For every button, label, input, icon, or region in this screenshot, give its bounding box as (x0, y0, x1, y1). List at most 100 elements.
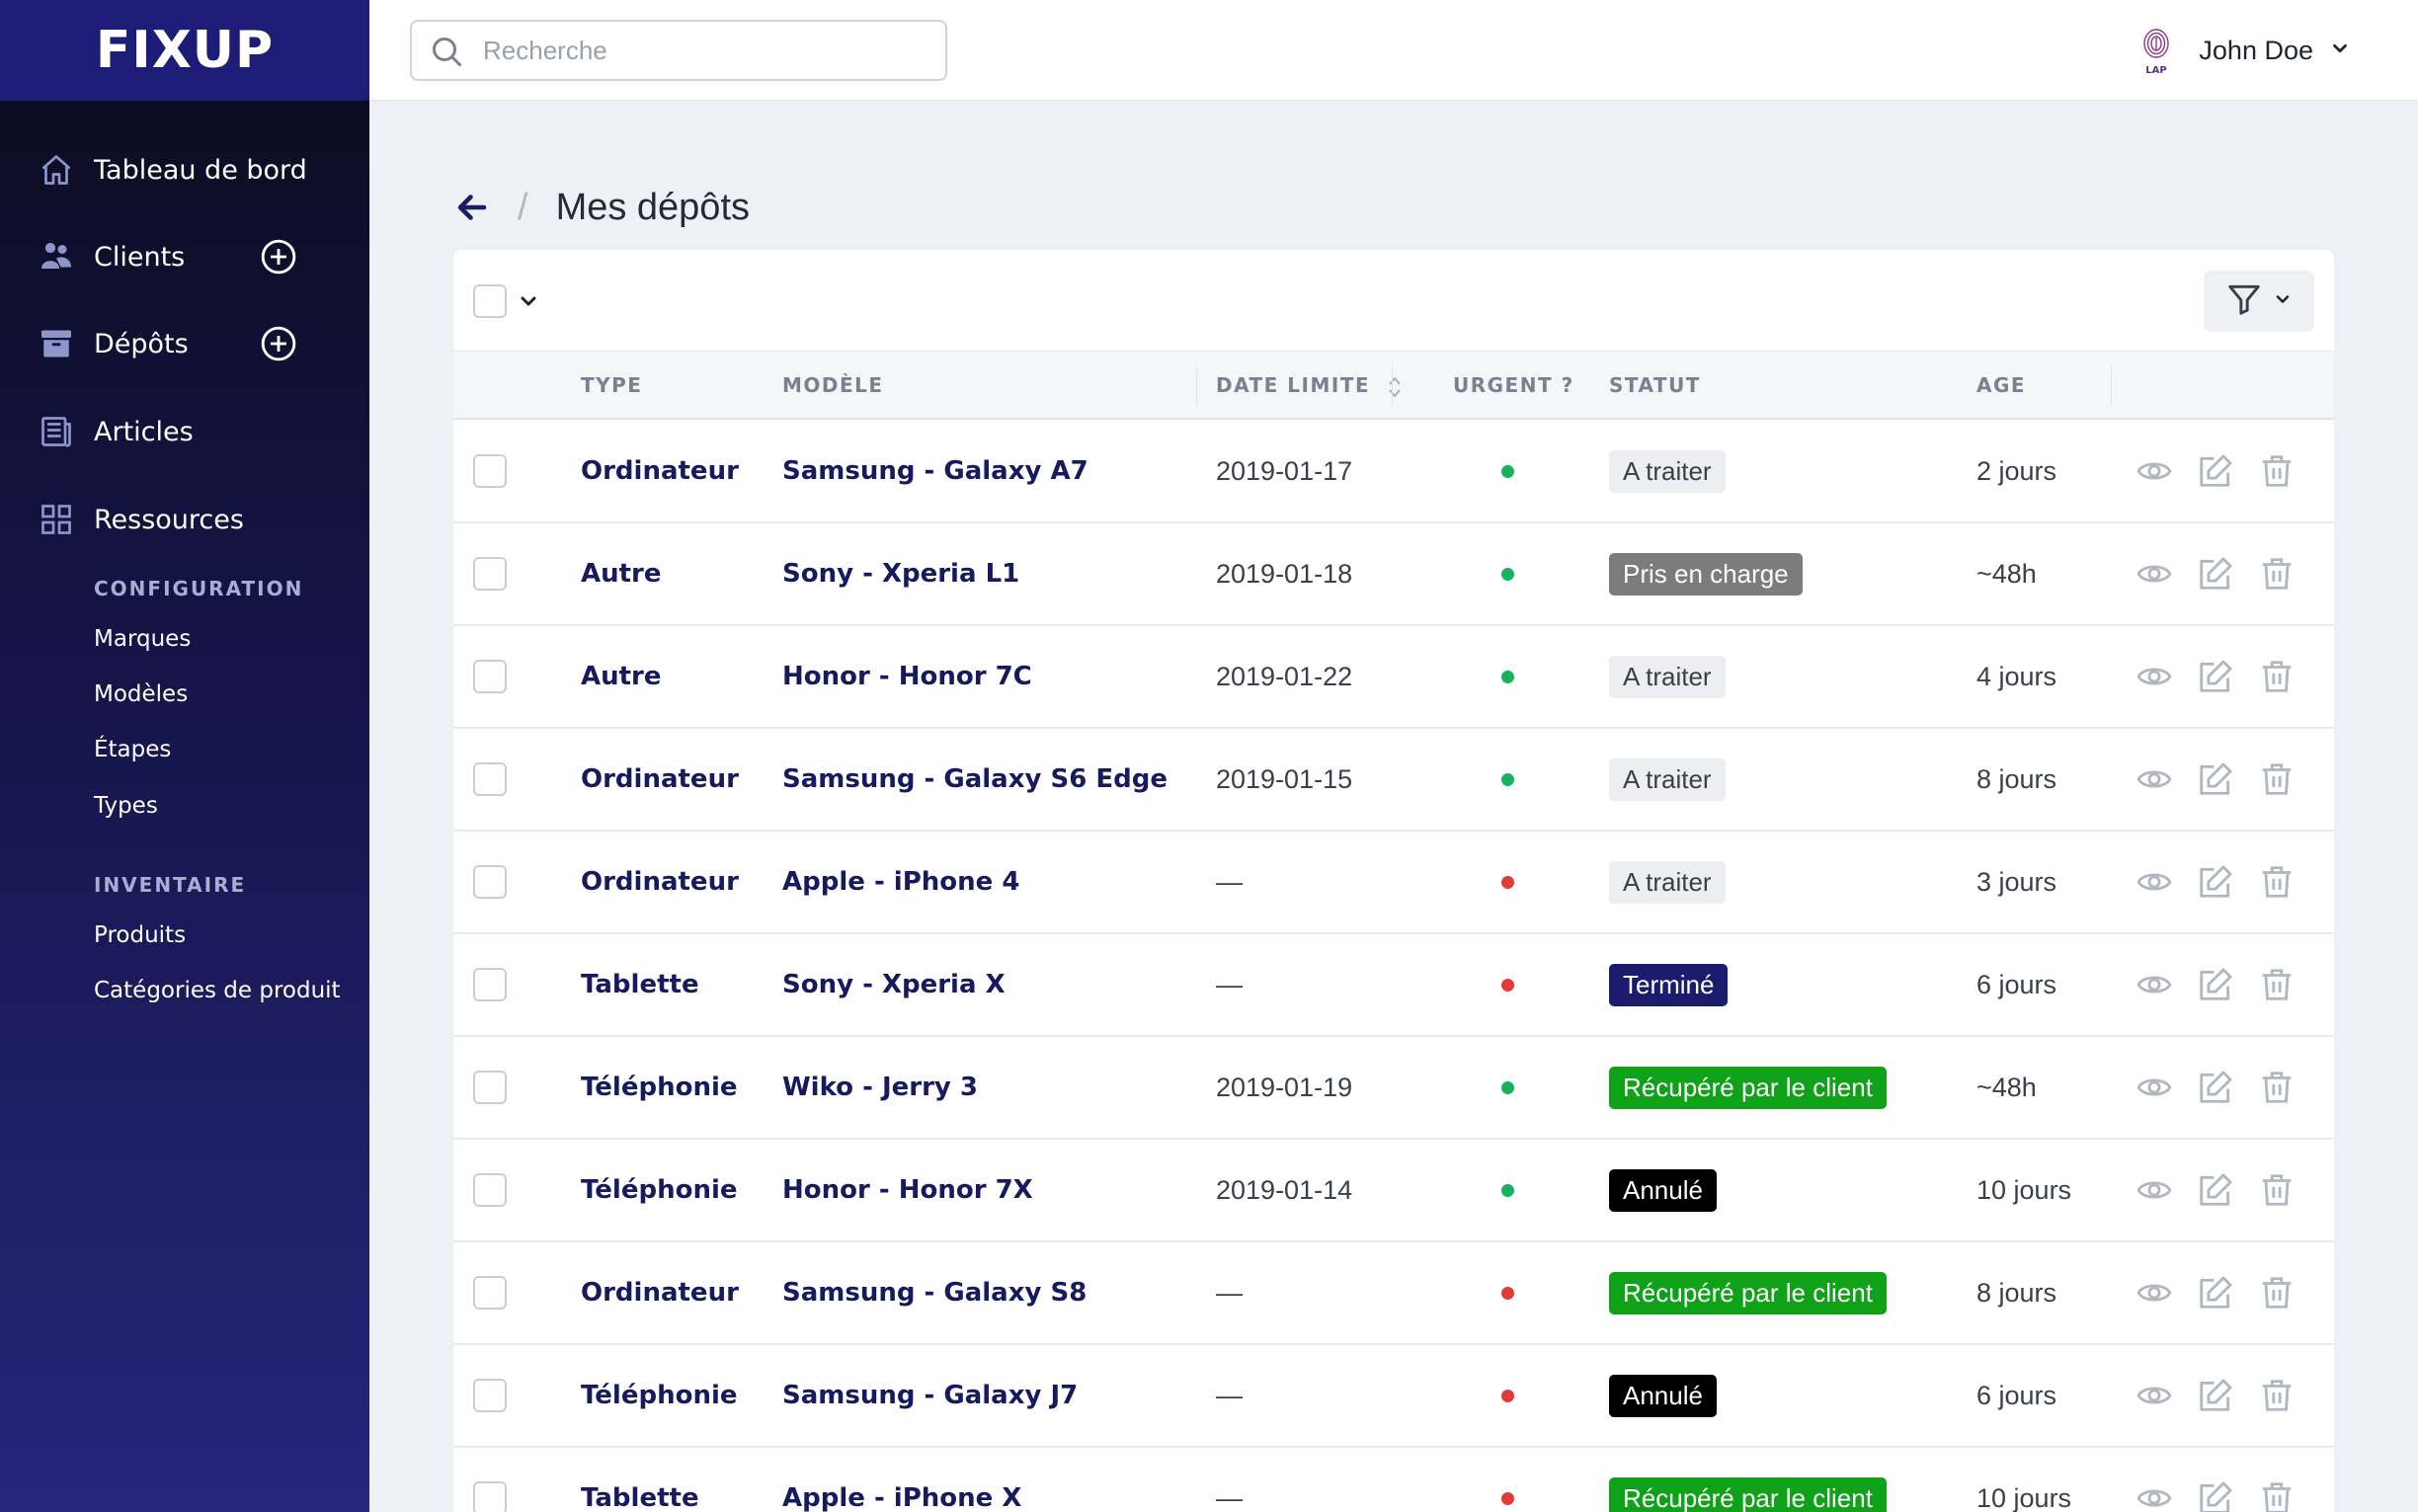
edit-icon[interactable] (2196, 1478, 2235, 1512)
cell-model[interactable]: Samsung - Galaxy S6 Edge (782, 729, 1168, 830)
sidebar-item-clients[interactable]: Clients (0, 227, 369, 286)
trash-icon[interactable] (2257, 1068, 2297, 1107)
cell-type[interactable]: Autre (581, 626, 662, 727)
edit-icon[interactable] (2196, 965, 2235, 1004)
add-depot-icon[interactable] (259, 324, 298, 363)
table-row[interactable]: Autre Honor - Honor 7C 2019-01-22 A traiter… (453, 626, 2334, 729)
user-menu[interactable]: LAP John Doe (2130, 22, 2351, 79)
cell-model[interactable]: Honor - Honor 7C (782, 626, 1032, 727)
cell-type[interactable]: Tablette (581, 934, 699, 1035)
trash-icon[interactable] (2257, 554, 2297, 594)
table-row[interactable]: Tablette Apple - iPhone X — Récupéré par le… (453, 1448, 2334, 1512)
table-row[interactable]: Ordinateur Samsung - Galaxy A7 2019-01-17 A… (453, 421, 2334, 523)
edit-icon[interactable] (2196, 1170, 2235, 1210)
eye-icon[interactable] (2135, 862, 2174, 902)
edit-icon[interactable] (2196, 657, 2235, 696)
eye-icon[interactable] (2135, 1273, 2174, 1313)
search-input[interactable] (483, 32, 927, 69)
table-row[interactable]: Ordinateur Samsung - Galaxy S6 Edge 2019-0… (453, 729, 2334, 832)
cell-type[interactable]: Téléphonie (581, 1140, 738, 1240)
trash-icon[interactable] (2257, 1376, 2297, 1415)
sidebar-item-ressources[interactable]: Ressources (0, 490, 369, 549)
table-row[interactable]: Ordinateur Apple - iPhone 4 — A traiter 3 jo… (453, 832, 2334, 934)
cell-model[interactable]: Sony - Xperia X (782, 934, 1006, 1035)
cell-model[interactable]: Honor - Honor 7X (782, 1140, 1033, 1240)
eye-icon[interactable] (2135, 965, 2174, 1004)
eye-icon[interactable] (2135, 554, 2174, 594)
cell-model[interactable]: Samsung - Galaxy S8 (782, 1242, 1087, 1343)
cell-model[interactable]: Sony - Xperia L1 (782, 523, 1019, 624)
table-row[interactable]: Ordinateur Samsung - Galaxy S8 — Récupéré p… (453, 1242, 2334, 1345)
row-checkbox[interactable] (473, 1379, 507, 1412)
eye-icon[interactable] (2135, 657, 2174, 696)
sidebar-subitem-modeles[interactable]: Modèles (94, 681, 188, 707)
cell-type[interactable]: Autre (581, 523, 662, 624)
cell-model[interactable]: Wiko - Jerry 3 (782, 1037, 978, 1138)
trash-icon[interactable] (2257, 862, 2297, 902)
table-row[interactable]: Téléphonie Wiko - Jerry 3 2019-01-19 Récupé… (453, 1037, 2334, 1140)
sidebar-item-articles[interactable]: Articles (0, 402, 369, 461)
row-checkbox[interactable] (473, 1276, 507, 1310)
trash-icon[interactable] (2257, 1273, 2297, 1313)
column-header-date-limite[interactable]: DATE LIMITE (1216, 352, 1403, 419)
app-logo[interactable]: FIXUP (96, 21, 274, 80)
select-all-checkbox[interactable] (473, 284, 507, 318)
trash-icon[interactable] (2257, 1478, 2297, 1512)
trash-icon[interactable] (2257, 451, 2297, 491)
sidebar-subitem-etapes[interactable]: Étapes (94, 737, 171, 762)
eye-icon[interactable] (2135, 1068, 2174, 1107)
edit-icon[interactable] (2196, 554, 2235, 594)
edit-icon[interactable] (2196, 862, 2235, 902)
sidebar-subitem-produits[interactable]: Produits (94, 922, 186, 948)
add-client-icon[interactable] (259, 237, 298, 277)
row-checkbox[interactable] (473, 865, 507, 899)
trash-icon[interactable] (2257, 1170, 2297, 1210)
trash-icon[interactable] (2257, 657, 2297, 696)
table-row[interactable]: Téléphonie Honor - Honor 7X 2019-01-14 Annu… (453, 1140, 2334, 1242)
bulk-actions-chevron-icon[interactable] (517, 289, 540, 317)
table-row[interactable]: Autre Sony - Xperia L1 2019-01-18 Pris en c… (453, 523, 2334, 626)
row-checkbox[interactable] (473, 557, 507, 591)
sidebar-subitem-types[interactable]: Types (94, 793, 158, 819)
edit-icon[interactable] (2196, 1273, 2235, 1313)
row-checkbox[interactable] (473, 968, 507, 1001)
row-checkbox[interactable] (473, 660, 507, 693)
edit-icon[interactable] (2196, 759, 2235, 799)
sidebar-subitem-marques[interactable]: Marques (94, 626, 191, 652)
sidebar-subitem-categories[interactable]: Catégories de produit (94, 978, 341, 1003)
cell-type[interactable]: Tablette (581, 1448, 699, 1512)
sidebar-item-dashboard[interactable]: Tableau de bord (0, 140, 369, 199)
row-checkbox[interactable] (473, 1071, 507, 1104)
table-row[interactable]: Téléphonie Samsung - Galaxy J7 — Annulé 6 jo… (453, 1345, 2334, 1448)
row-checkbox[interactable] (473, 1173, 507, 1207)
cell-type[interactable]: Ordinateur (581, 832, 739, 932)
cell-model[interactable]: Apple - iPhone 4 (782, 832, 1019, 932)
cell-type[interactable]: Ordinateur (581, 421, 739, 521)
trash-icon[interactable] (2257, 965, 2297, 1004)
cell-model[interactable]: Samsung - Galaxy J7 (782, 1345, 1078, 1446)
edit-icon[interactable] (2196, 1376, 2235, 1415)
cell-type[interactable]: Ordinateur (581, 1242, 739, 1343)
cell-type[interactable]: Téléphonie (581, 1345, 738, 1446)
table-row[interactable]: Tablette Sony - Xperia X — Terminé 6 jours (453, 934, 2334, 1037)
avatar[interactable]: LAP (2130, 24, 2183, 77)
edit-icon[interactable] (2196, 1068, 2235, 1107)
cell-model[interactable]: Samsung - Galaxy A7 (782, 421, 1088, 521)
back-arrow-icon[interactable] (454, 190, 490, 225)
row-checkbox[interactable] (473, 1481, 507, 1512)
edit-icon[interactable] (2196, 451, 2235, 491)
cell-type[interactable]: Téléphonie (581, 1037, 738, 1138)
eye-icon[interactable] (2135, 451, 2174, 491)
eye-icon[interactable] (2135, 759, 2174, 799)
eye-icon[interactable] (2135, 1170, 2174, 1210)
search-box[interactable] (410, 20, 947, 81)
eye-icon[interactable] (2135, 1478, 2174, 1512)
filter-button[interactable] (2204, 271, 2314, 332)
cell-model[interactable]: Apple - iPhone X (782, 1448, 1021, 1512)
row-checkbox[interactable] (473, 762, 507, 796)
eye-icon[interactable] (2135, 1376, 2174, 1415)
row-checkbox[interactable] (473, 454, 507, 488)
cell-type[interactable]: Ordinateur (581, 729, 739, 830)
trash-icon[interactable] (2257, 759, 2297, 799)
sidebar-item-depots[interactable]: Dépôts (0, 314, 369, 373)
